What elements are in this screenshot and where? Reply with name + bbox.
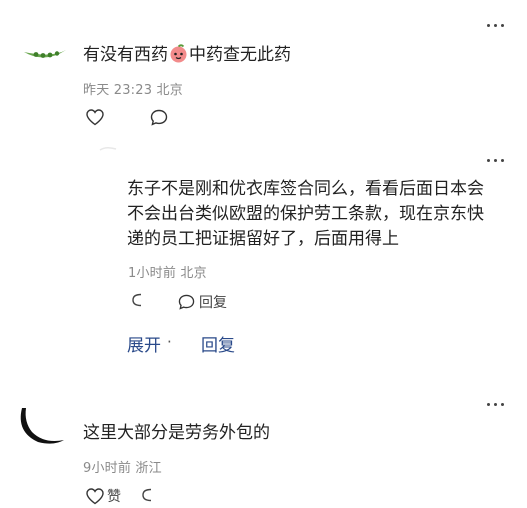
more-dots-icon bbox=[486, 23, 490, 27]
comment-meta: 9小时前 浙江 bbox=[83, 461, 162, 476]
comment-button[interactable] bbox=[150, 109, 168, 126]
comment-meta: 1小时前 北京 bbox=[128, 266, 207, 281]
comment-text: 有没有西药 中药查无此药 bbox=[83, 44, 291, 65]
more-button[interactable] bbox=[484, 155, 506, 165]
like-button[interactable]: 赞 bbox=[86, 486, 121, 506]
reply-arrow-button[interactable] bbox=[130, 292, 144, 308]
avatar-image bbox=[99, 146, 117, 151]
comment-bubble-icon bbox=[150, 109, 168, 126]
more-button[interactable] bbox=[484, 399, 506, 409]
reply-label: 回复 bbox=[199, 295, 227, 311]
like-label: 赞 bbox=[107, 489, 121, 505]
peach-face-emoji bbox=[169, 44, 188, 63]
reply-arrow-icon bbox=[132, 293, 142, 307]
expand-link[interactable]: 展开 bbox=[127, 331, 161, 356]
comment-meta: 昨天 23:23 北京 bbox=[83, 83, 183, 98]
avatar[interactable] bbox=[22, 42, 68, 64]
like-button[interactable] bbox=[86, 109, 104, 126]
reply-arrow-icon bbox=[142, 488, 152, 502]
heart-icon bbox=[86, 109, 104, 126]
crescent-avatar-image bbox=[20, 408, 64, 444]
reply-link[interactable]: 回复 bbox=[201, 331, 235, 356]
more-dots-icon bbox=[486, 158, 490, 162]
comment-text: 东子不是刚和优衣库签合同么，看看后面日本会不会出台类似欧盟的保护劳工条款，现在京… bbox=[127, 179, 484, 249]
comment-bubble-icon bbox=[178, 294, 195, 310]
more-dots-icon bbox=[486, 402, 490, 406]
separator: · bbox=[167, 333, 172, 351]
peapod-avatar-image bbox=[24, 50, 66, 58]
avatar[interactable] bbox=[98, 140, 120, 158]
heart-icon bbox=[86, 487, 104, 504]
reply-button[interactable]: 回复 bbox=[178, 292, 227, 312]
avatar[interactable] bbox=[16, 402, 68, 446]
more-button[interactable] bbox=[484, 20, 506, 30]
reply-arrow-button[interactable] bbox=[140, 487, 154, 503]
comment-text: 这里大部分是劳务外包的 bbox=[83, 423, 270, 443]
